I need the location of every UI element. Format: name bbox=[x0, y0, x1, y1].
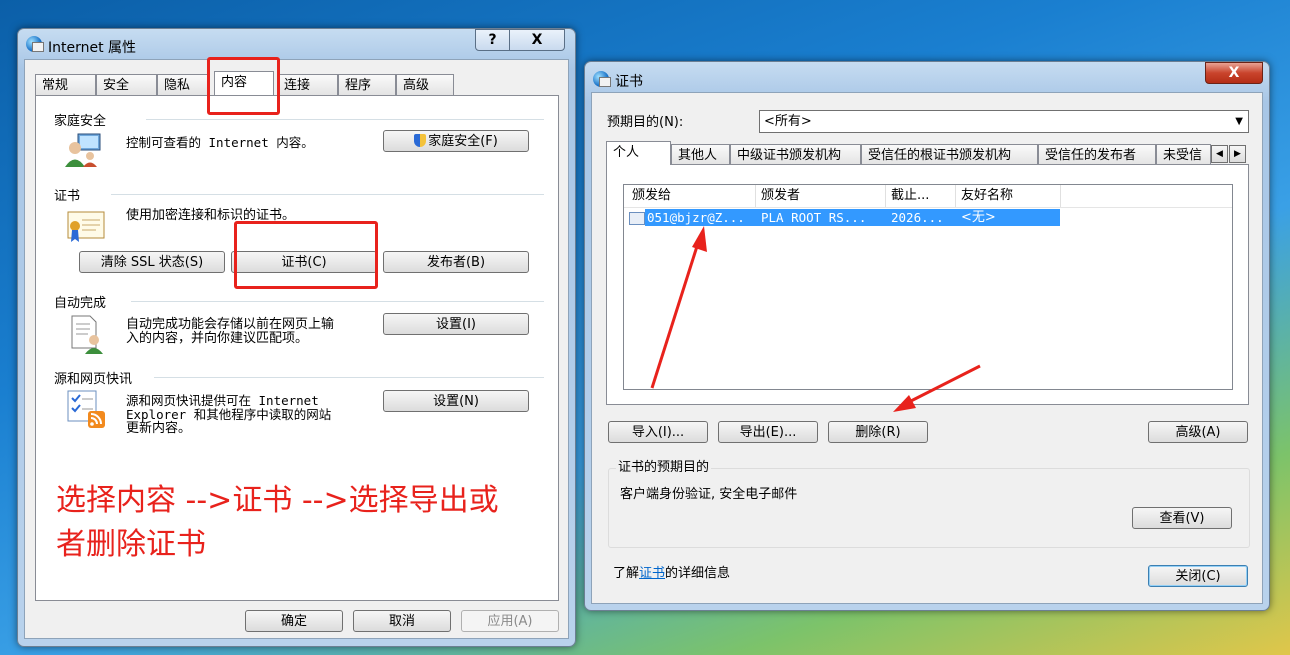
annotation-arrows bbox=[650, 226, 981, 412]
arrow-to-certificate-row bbox=[650, 226, 707, 389]
arrow-to-remove-button bbox=[893, 364, 981, 412]
tab-personal[interactable]: 个人 bbox=[606, 141, 671, 165]
tab-content[interactable]: 内容 bbox=[214, 71, 274, 95]
